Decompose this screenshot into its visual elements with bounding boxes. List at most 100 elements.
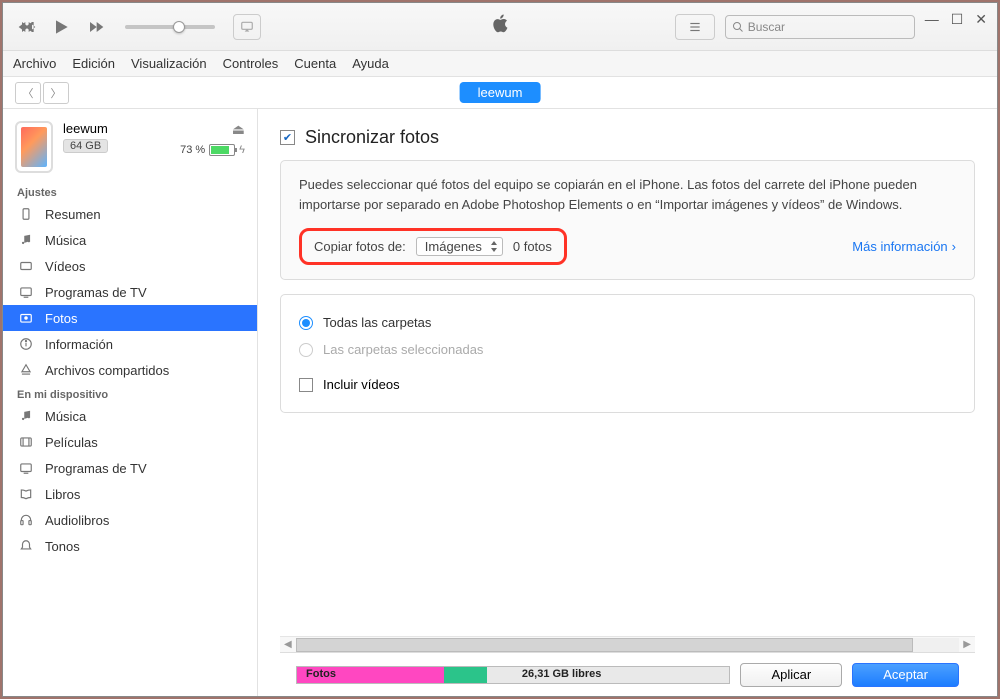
section-title: Sincronizar fotos: [280, 127, 975, 148]
scroll-left-icon: ◀: [284, 639, 292, 650]
sidebar-item-label: Tonos: [45, 539, 80, 554]
sidebar-item-label: Resumen: [45, 207, 101, 222]
menu-edicion[interactable]: Edición: [72, 56, 115, 71]
usage-bar: [296, 666, 730, 684]
include-videos-checkbox[interactable]: Incluir vídeos: [299, 371, 956, 398]
tv-icon: [17, 461, 35, 475]
accept-button[interactable]: Aceptar: [852, 663, 959, 687]
device-capacity: 64 GB: [63, 139, 108, 153]
usage-segment-fotos: [297, 667, 444, 683]
scroll-right-icon: ▶: [963, 639, 971, 650]
music-icon: [17, 409, 35, 423]
nav-row: 〈 〉 leewum: [3, 77, 997, 109]
sidebar-item-videos[interactable]: Vídeos: [3, 253, 257, 279]
sidebar-item-musica-dev[interactable]: Música: [3, 403, 257, 429]
info-icon: [17, 337, 35, 351]
sidebar-item-tv-dev[interactable]: Programas de TV: [3, 455, 257, 481]
sidebar-item-libros[interactable]: Libros: [3, 481, 257, 507]
iphone-icon: [15, 121, 53, 173]
sync-description: Puedes seleccionar qué fotos del equipo …: [299, 175, 956, 214]
main-panel: Sincronizar fotos Puedes seleccionar qué…: [258, 109, 997, 696]
eject-icon[interactable]: ⏏: [232, 121, 245, 138]
copy-source-dropdown[interactable]: Imágenes: [416, 237, 503, 256]
sidebar-item-label: Películas: [45, 435, 98, 450]
sidebar-item-label: Vídeos: [45, 259, 85, 274]
sidebar-item-label: Programas de TV: [45, 461, 147, 476]
sidebar-item-label: Información: [45, 337, 113, 352]
apple-logo-icon: [489, 13, 511, 40]
sidebar-item-informacion[interactable]: Información: [3, 331, 257, 357]
radio-label: Las carpetas seleccionadas: [323, 342, 483, 357]
charging-icon: ϟ: [239, 144, 245, 156]
radio-all-folders[interactable]: Todas las carpetas: [299, 309, 956, 336]
menu-archivo[interactable]: Archivo: [13, 56, 56, 71]
volume-slider[interactable]: [125, 25, 215, 29]
search-icon: [732, 21, 744, 33]
sidebar-item-peliculas[interactable]: Películas: [3, 429, 257, 455]
apply-button[interactable]: Aplicar: [740, 663, 842, 687]
sidebar-item-label: Programas de TV: [45, 285, 147, 300]
share-icon: [17, 363, 35, 377]
play-button[interactable]: [47, 13, 75, 41]
audiobooks-icon: [17, 513, 35, 527]
storage-bar: Fotos 26,31 GB libres: [296, 666, 730, 684]
nav-back-button[interactable]: 〈: [15, 82, 41, 104]
checkbox-icon: [299, 378, 313, 392]
menu-controles[interactable]: Controles: [223, 56, 279, 71]
section-ajustes: Ajustes: [3, 181, 257, 201]
tv-icon: [17, 285, 35, 299]
airplay-button[interactable]: [233, 14, 261, 40]
sidebar-item-tonos[interactable]: Tonos: [3, 533, 257, 559]
list-view-button[interactable]: [675, 14, 715, 40]
sidebar-item-audiolibros[interactable]: Audiolibros: [3, 507, 257, 533]
books-icon: [17, 487, 35, 501]
titlebar: Buscar — ☐ ✕: [3, 3, 997, 51]
radio-icon: [299, 316, 313, 330]
close-button[interactable]: ✕: [975, 11, 987, 28]
sidebar-item-tv[interactable]: Programas de TV: [3, 279, 257, 305]
sidebar: leewum 64 GB ⏏ 73 % ϟ Ajustes Resumen Mú…: [3, 109, 258, 696]
usage-segment-other: [444, 667, 487, 683]
next-button[interactable]: [81, 13, 109, 41]
footer: Fotos 26,31 GB libres Aplicar Aceptar: [280, 652, 975, 696]
section-device: En mi dispositivo: [3, 383, 257, 403]
sidebar-item-label: Fotos: [45, 311, 78, 326]
ajustes-list: Resumen Música Vídeos Programas de TV Fo…: [3, 201, 257, 383]
device-pill[interactable]: leewum: [460, 82, 541, 103]
sidebar-item-label: Música: [45, 409, 86, 424]
more-info-label: Más información: [852, 239, 947, 254]
sidebar-item-resumen[interactable]: Resumen: [3, 201, 257, 227]
sidebar-item-label: Audiolibros: [45, 513, 109, 528]
device-list: Música Películas Programas de TV Libros …: [3, 403, 257, 559]
horizontal-scrollbar[interactable]: ◀ ▶: [280, 636, 975, 652]
sidebar-item-archivos[interactable]: Archivos compartidos: [3, 357, 257, 383]
options-panel: Todas las carpetas Las carpetas seleccio…: [280, 294, 975, 413]
menubar: Archivo Edición Visualización Controles …: [3, 51, 997, 77]
minimize-button[interactable]: —: [925, 11, 939, 28]
radio-icon: [299, 343, 313, 357]
sidebar-item-fotos[interactable]: Fotos: [3, 305, 257, 331]
sidebar-item-musica[interactable]: Música: [3, 227, 257, 253]
radio-label: Todas las carpetas: [323, 315, 431, 330]
sync-panel: Puedes seleccionar qué fotos del equipo …: [280, 160, 975, 280]
usage-segment-free: [487, 667, 729, 683]
maximize-button[interactable]: ☐: [951, 11, 964, 28]
sidebar-item-label: Archivos compartidos: [45, 363, 169, 378]
copy-from-highlight: Copiar fotos de: Imágenes 0 fotos: [299, 228, 567, 265]
tones-icon: [17, 539, 35, 553]
copy-from-label: Copiar fotos de:: [314, 239, 406, 254]
previous-button[interactable]: [13, 13, 41, 41]
photos-icon: [17, 311, 35, 325]
window-controls: — ☐ ✕: [925, 11, 987, 42]
menu-visualizacion[interactable]: Visualización: [131, 56, 207, 71]
sync-photos-checkbox[interactable]: [280, 130, 295, 145]
nav-forward-button[interactable]: 〉: [43, 82, 69, 104]
summary-icon: [17, 207, 35, 221]
more-info-link[interactable]: Más información ›: [852, 239, 956, 254]
search-input[interactable]: Buscar: [725, 15, 915, 39]
battery-percent: 73 %: [180, 144, 205, 156]
menu-cuenta[interactable]: Cuenta: [294, 56, 336, 71]
chevron-right-icon: ›: [952, 239, 956, 254]
radio-selected-folders[interactable]: Las carpetas seleccionadas: [299, 336, 956, 363]
menu-ayuda[interactable]: Ayuda: [352, 56, 389, 71]
